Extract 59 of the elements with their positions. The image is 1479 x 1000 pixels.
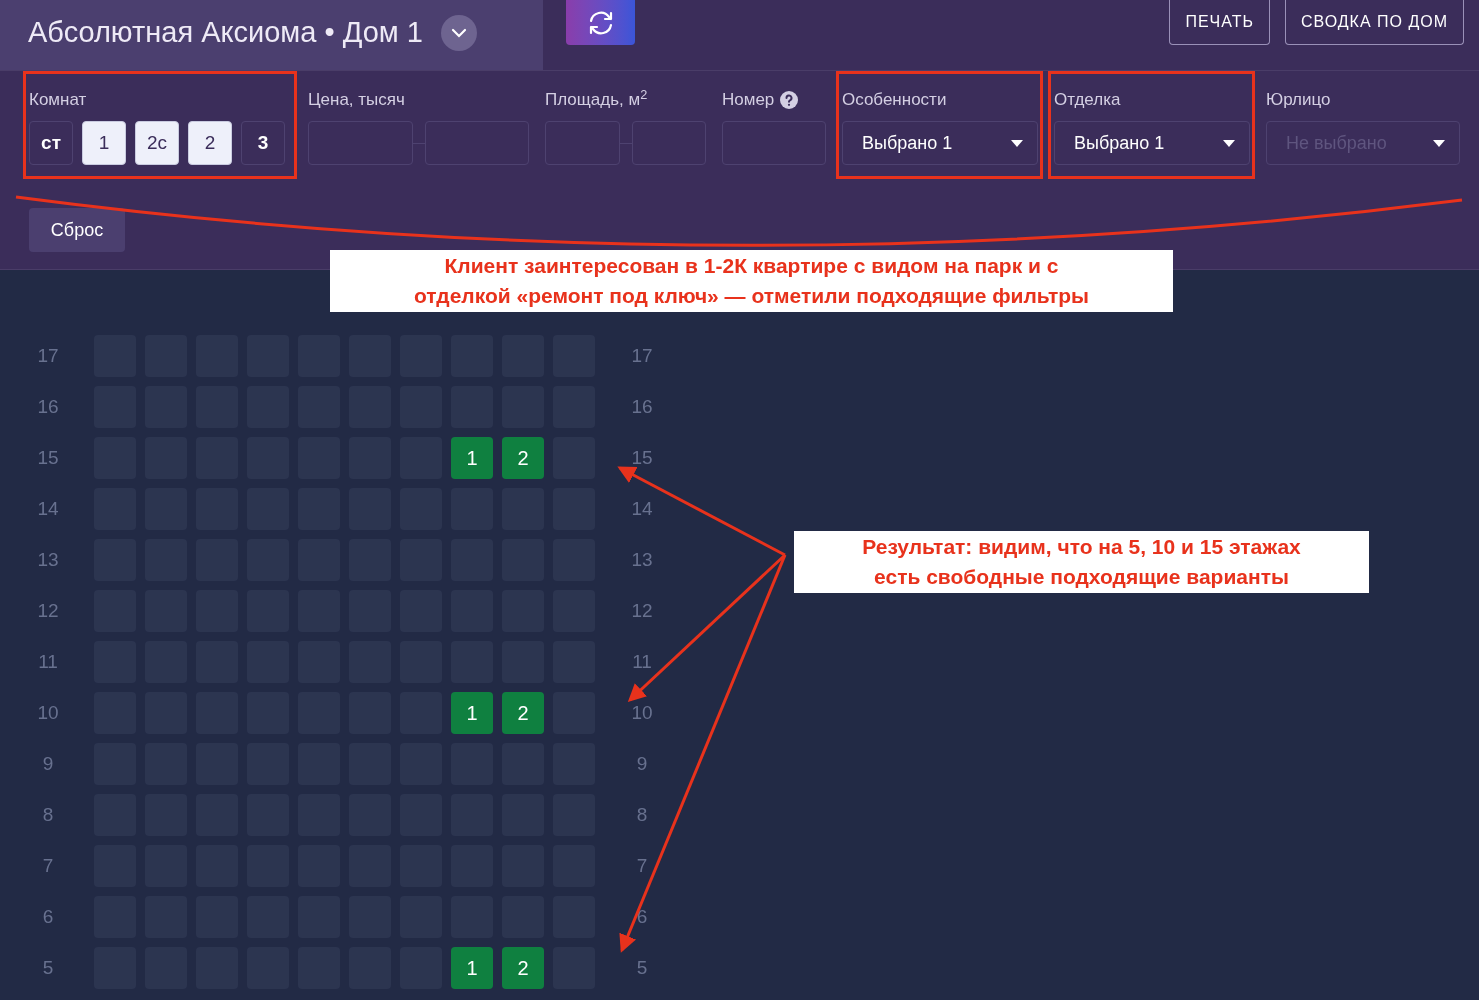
filter-label: Юрлицо	[1266, 89, 1331, 112]
floor-number: 12	[36, 598, 60, 623]
room-chip[interactable]: ст	[29, 121, 73, 165]
floor-number: 13	[630, 547, 654, 572]
select-dropdown[interactable]: Выбрано 1	[842, 121, 1038, 165]
floor-number: 7	[41, 853, 55, 878]
help-icon[interactable]	[780, 91, 799, 109]
room-chip[interactable]: 1	[82, 121, 126, 165]
apartment-cell[interactable]: 2	[502, 947, 544, 989]
filter-label: Комнат	[29, 89, 87, 112]
apartment-cell[interactable]: 2	[502, 692, 544, 734]
room-chip[interactable]: 3	[241, 121, 285, 165]
apartment-cell[interactable]: 1	[451, 437, 493, 479]
refresh-button[interactable]	[566, 0, 635, 45]
floor-number: 5	[41, 955, 55, 980]
floor-number: 16	[630, 394, 654, 419]
floor-number: 14	[36, 496, 60, 521]
floor-number: 11	[631, 649, 653, 674]
select-dropdown[interactable]: Выбрано 1	[1054, 121, 1250, 165]
floor-number: 10	[630, 700, 654, 725]
floor-number: 5	[635, 955, 649, 980]
floor-number: 6	[635, 904, 649, 929]
floor-number: 8	[635, 802, 649, 827]
floor-number: 11	[37, 649, 59, 674]
header-button[interactable]: ПЕЧАТЬ	[1169, 0, 1270, 45]
filter-label: Цена, тысяч	[308, 89, 405, 112]
caret-icon	[1223, 139, 1235, 147]
room-chip[interactable]: 2	[188, 121, 232, 165]
floor-number: 15	[630, 445, 654, 470]
room-chip[interactable]: 2с	[135, 121, 179, 165]
chevron-icon	[450, 28, 467, 38]
floor-number: 17	[36, 343, 60, 368]
annotation-callout: Результат: видим, что на 5, 10 и 15 этажах есть свободные подходящие варианты	[794, 531, 1369, 593]
floor-number: 12	[630, 598, 654, 623]
floor-number: 10	[36, 700, 60, 725]
floor-number: 17	[630, 343, 654, 368]
floor-number: 16	[36, 394, 60, 419]
house-dropdown[interactable]	[440, 15, 477, 51]
apartment-cell[interactable]: 1	[451, 947, 493, 989]
apartment-cell[interactable]: 2	[502, 437, 544, 479]
floor-number: 8	[41, 802, 55, 827]
caret-icon	[1011, 139, 1023, 147]
annotation-callout: Клиент заинтересован в 1-2К квартире с видом на парк и с отделкой «ремонт под ключ» — отметили подходящие фильтры	[330, 250, 1173, 312]
reset-button[interactable]: Сброс	[29, 208, 125, 252]
floor-number: 15	[36, 445, 60, 470]
floor-number: 13	[36, 547, 60, 572]
floor-number: 7	[635, 853, 649, 878]
header-button[interactable]: СВОДКА ПО ДОМ	[1284, 0, 1464, 45]
filter-label: Номер	[722, 89, 775, 112]
filter-label: Отделка	[1054, 89, 1121, 112]
filter-label: Площадь, м$^{2}$	[545, 87, 648, 112]
apartment-cell[interactable]: 1	[451, 692, 493, 734]
caret-icon	[1433, 139, 1445, 147]
floor-number: 9	[635, 751, 649, 776]
floor-number: 14	[630, 496, 654, 521]
floor-number: 6	[41, 904, 55, 929]
filter-label: Особенности	[842, 89, 947, 112]
floor-number: 9	[41, 751, 55, 776]
project-title: Абсолютная Аксиома • Дом 1	[28, 15, 423, 51]
